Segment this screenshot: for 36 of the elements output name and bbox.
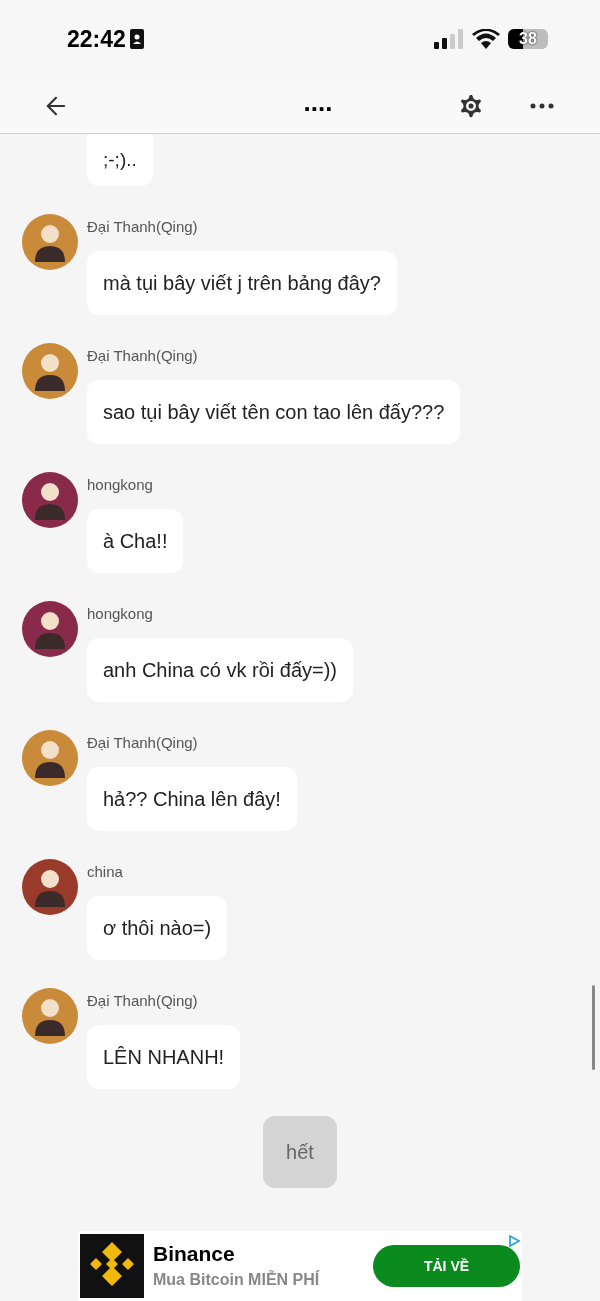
person-icon: [33, 351, 67, 392]
message-bubble: mà tụi bây viết j trên bảng đây?: [87, 251, 397, 316]
ad-banner[interactable]: Binance Mua Bitcoin MIỄN PHÍ TẢI VỀ: [78, 1231, 522, 1301]
person-icon: [33, 480, 67, 521]
logo-icon: [80, 1234, 144, 1298]
person-icon: [33, 867, 67, 908]
sender-name: hongkong: [87, 604, 153, 625]
status-time: 22:42: [67, 25, 126, 55]
chat-title: ....: [303, 88, 333, 115]
more-icon: [530, 102, 554, 109]
message-bubble: sao tụi bây viết tên con tao lên đấy???: [87, 380, 461, 445]
contact-card-icon: [129, 29, 144, 50]
message-bubble: ;-;)..: [87, 134, 153, 187]
message-bubble: ơ thôi nào=): [87, 896, 228, 961]
end-button[interactable]: hết: [263, 1116, 337, 1189]
sender-name: china: [87, 862, 123, 883]
message-bubble: anh China có vk rồi đấy=)): [87, 638, 353, 703]
sender-name: Đại Thanh(Qing): [87, 733, 198, 754]
download-button[interactable]: TẢI VỀ: [373, 1245, 520, 1287]
person-icon: [33, 609, 67, 650]
message-bubble: LÊN NHANH!: [87, 1025, 241, 1090]
sender-name: hongkong: [87, 475, 153, 496]
ad-title: Binance: [153, 1241, 236, 1267]
sender-name: Đại Thanh(Qing): [87, 346, 198, 367]
person-icon: [33, 996, 67, 1037]
wifi-icon: [472, 29, 500, 50]
sender-name: Đại Thanh(Qing): [87, 217, 198, 238]
message-bubble: à Cha!!: [87, 509, 184, 574]
signal-icon: [434, 29, 464, 50]
person-icon: [33, 738, 67, 779]
sender-name: Đại Thanh(Qing): [87, 991, 198, 1012]
message-bubble: hả?? China lên đây!: [87, 767, 297, 832]
more-button[interactable]: [530, 102, 554, 109]
ad-subtitle: Mua Bitcoin MIỄN PHÍ: [153, 1269, 320, 1290]
person-icon: [33, 222, 67, 263]
ad-choices-icon[interactable]: [508, 1235, 520, 1248]
